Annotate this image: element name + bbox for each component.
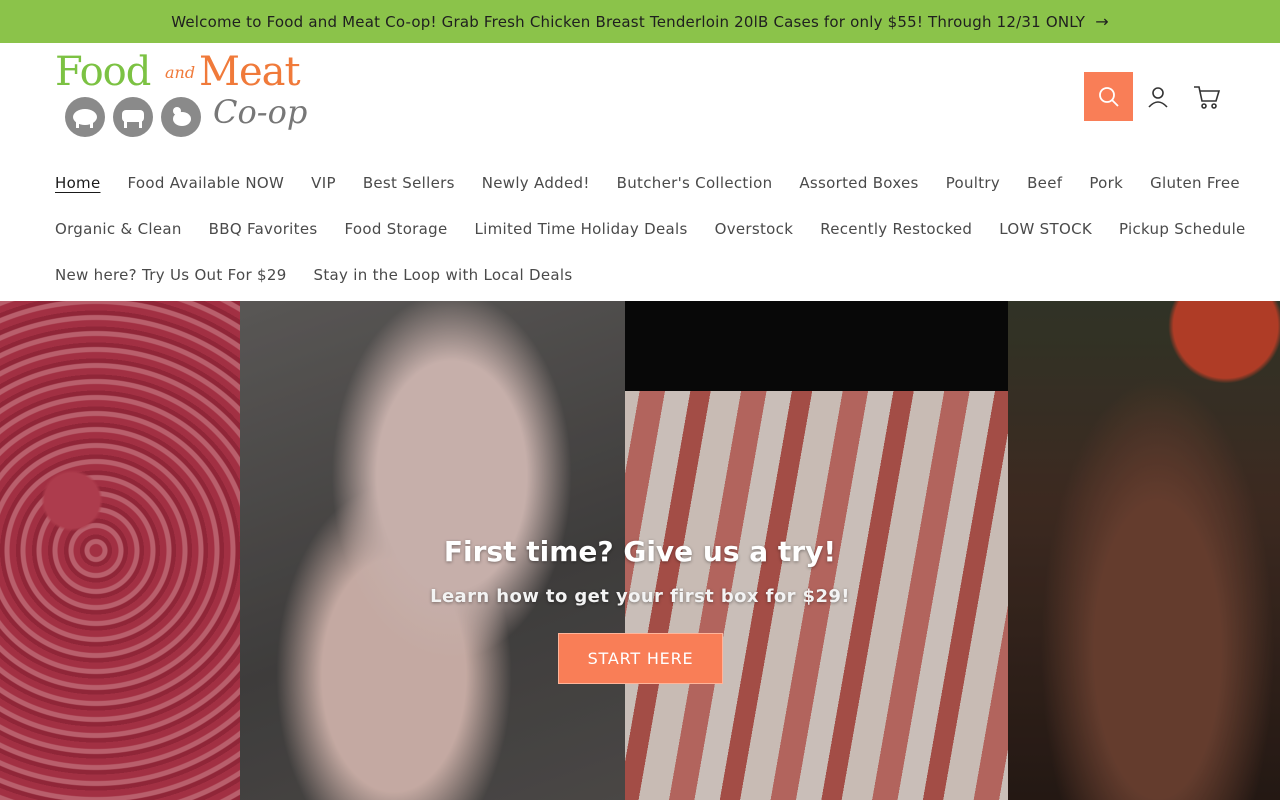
hero-title: First time? Give us a try! [443,535,837,568]
logo-word-coop: Co-op [213,93,308,131]
nav-item-low-stock[interactable]: LOW STOCK [999,220,1092,238]
announcement-text[interactable]: Welcome to Food and Meat Co-op! Grab Fre… [171,13,1085,31]
announcement-bar[interactable]: Welcome to Food and Meat Co-op! Grab Fre… [0,0,1280,43]
logo-word-and: and [165,63,196,82]
chicken-icon [161,97,201,137]
nav-item-home[interactable]: Home [55,174,101,192]
search-button[interactable] [1084,72,1133,121]
pig-icon [65,97,105,137]
start-here-button[interactable]: START HERE [558,633,723,684]
nav-item-beef[interactable]: Beef [1027,174,1062,192]
nav-row-3: New here? Try Us Out For $29 Stay in the… [55,266,1225,284]
nav-item-best-sellers[interactable]: Best Sellers [363,174,455,192]
account-button[interactable] [1133,72,1182,121]
arrow-right-icon[interactable]: → [1095,12,1109,31]
nav-item-organic-clean[interactable]: Organic & Clean [55,220,182,238]
logo-animals [65,97,201,137]
nav-item-pickup-schedule[interactable]: Pickup Schedule [1119,220,1246,238]
nav-item-poultry[interactable]: Poultry [946,174,1000,192]
nav-item-holiday-deals[interactable]: Limited Time Holiday Deals [475,220,688,238]
search-icon [1098,86,1119,107]
nav-item-try-us-out[interactable]: New here? Try Us Out For $29 [55,266,287,284]
nav-item-local-deals[interactable]: Stay in the Loop with Local Deals [314,266,573,284]
logo-word-food: Food [55,49,151,95]
hero-content: First time? Give us a try! Learn how to … [0,301,1280,800]
hero-subtitle: Learn how to get your first box for $29! [430,586,850,607]
nav-item-food-storage[interactable]: Food Storage [344,220,447,238]
nav-item-assorted-boxes[interactable]: Assorted Boxes [799,174,918,192]
nav-item-overstock[interactable]: Overstock [715,220,794,238]
site-header: Food and Meat Co-op Home Food Available … [0,43,1280,301]
nav-item-gluten-free[interactable]: Gluten Free [1150,174,1240,192]
hero-banner: First time? Give us a try! Learn how to … [0,301,1280,800]
nav-item-butchers-collection[interactable]: Butcher's Collection [617,174,773,192]
nav-item-pork[interactable]: Pork [1089,174,1123,192]
nav-item-vip[interactable]: VIP [311,174,336,192]
logo-word-meat: Meat [199,49,301,95]
logo[interactable]: Food and Meat Co-op [55,49,317,145]
cow-icon [113,97,153,137]
cart-button[interactable] [1182,72,1231,121]
account-icon [1147,86,1168,108]
nav-item-newly-added[interactable]: Newly Added! [482,174,590,192]
nav-row-1: Home Food Available NOW VIP Best Sellers… [55,174,1240,192]
nav-item-bbq-favorites[interactable]: BBQ Favorites [209,220,318,238]
nav-item-food-available-now[interactable]: Food Available NOW [128,174,285,192]
header-icons [1084,72,1231,121]
nav-item-recently-restocked[interactable]: Recently Restocked [820,220,972,238]
nav-row-2: Organic & Clean BBQ Favorites Food Stora… [55,220,1245,238]
cart-icon [1193,85,1220,109]
